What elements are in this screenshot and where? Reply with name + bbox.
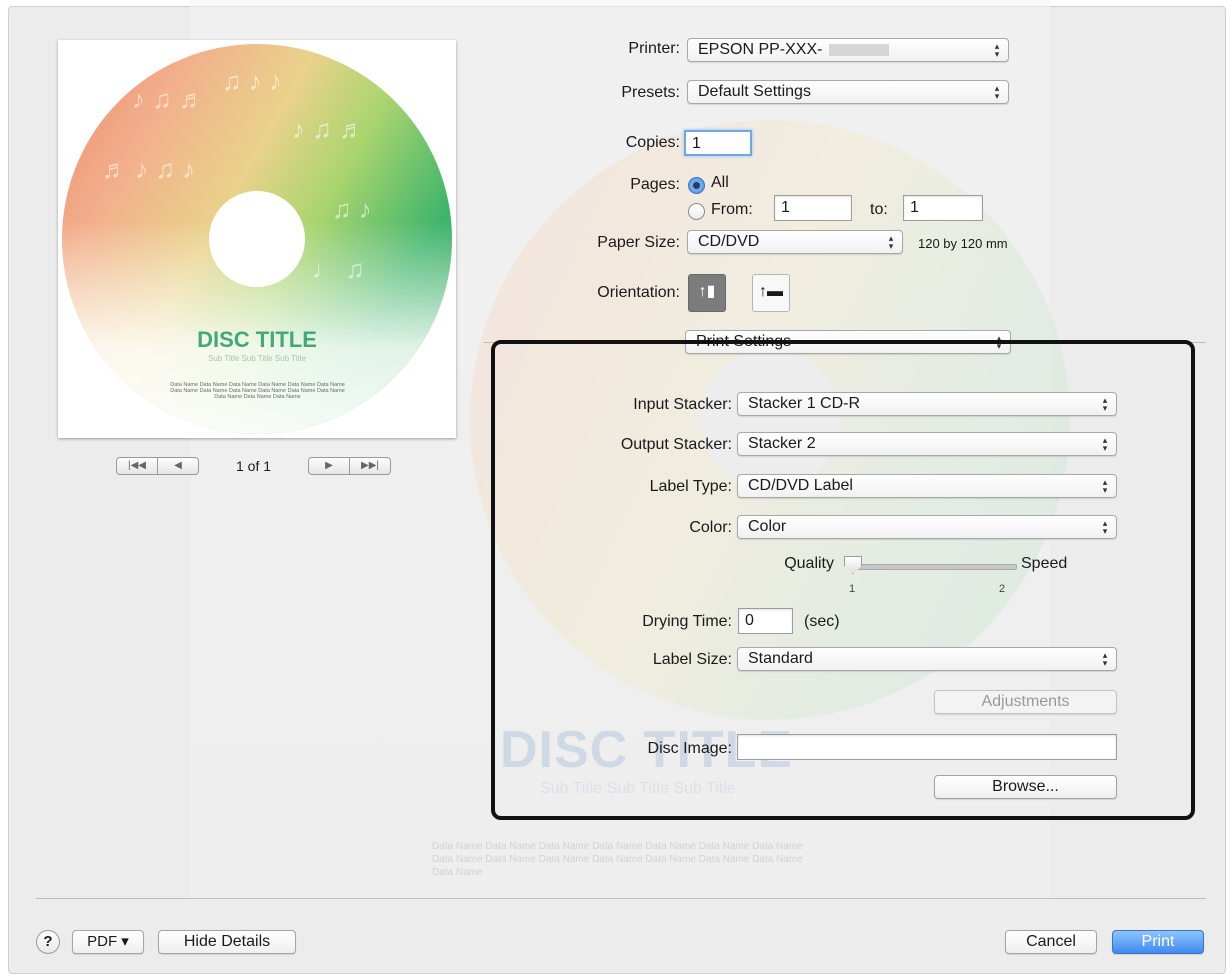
label-size-value: Standard — [748, 650, 813, 667]
pages-all-label: All — [711, 174, 729, 191]
color-label: Color: — [689, 519, 732, 536]
label-type-select[interactable]: CD/DVD Label ▴ ▾ — [737, 474, 1117, 498]
copies-label: Copies: — [625, 134, 680, 151]
print-button[interactable]: Print — [1112, 930, 1204, 954]
help-button[interactable]: ? — [36, 930, 60, 954]
drying-time-label: Drying Time: — [642, 613, 732, 630]
updown-arrows-icon: ▴ ▾ — [994, 83, 1000, 101]
input-stacker-select[interactable]: Stacker 1 CD-R ▴ ▾ — [737, 392, 1117, 416]
disc-title: DISC TITLE — [197, 327, 317, 352]
pages-label: Pages: — [630, 176, 680, 193]
label-size-select[interactable]: Standard ▴ ▾ — [737, 647, 1117, 671]
quality-label: Quality — [784, 555, 834, 572]
disc-data-text: Data Name Data Name Data Name Data Name … — [170, 382, 345, 400]
first-page-button[interactable]: |◀◀ — [116, 457, 158, 475]
paper-size-label: Paper Size: — [597, 234, 680, 251]
output-stacker-select[interactable]: Stacker 2 ▴ ▾ — [737, 432, 1117, 456]
presets-select[interactable]: Default Settings ▴ ▾ — [687, 80, 1009, 104]
disc-subtitle: Sub Title Sub Title Sub Title — [208, 354, 306, 363]
last-page-button[interactable]: ▶▶| — [350, 457, 391, 475]
label-type-value: CD/DVD Label — [748, 477, 853, 494]
preview-forward-controls: ▶ ▶▶| — [308, 457, 391, 475]
color-select[interactable]: Color ▴ ▾ — [737, 515, 1117, 539]
orientation-label: Orientation: — [597, 284, 680, 301]
from-page-input[interactable]: 1 — [774, 195, 852, 221]
printer-label: Printer: — [628, 40, 680, 57]
paper-size-select[interactable]: CD/DVD ▴ ▾ — [687, 230, 903, 254]
output-stacker-value: Stacker 2 — [748, 435, 816, 452]
preview-back-controls: |◀◀ ◀ — [116, 457, 199, 475]
printer-value: EPSON PP-XXX- — [698, 41, 823, 58]
presets-label: Presets: — [621, 84, 680, 101]
adjustments-button[interactable]: Adjustments — [934, 690, 1117, 714]
updown-arrows-icon: ▴ ▾ — [1102, 477, 1108, 495]
disc-image-input[interactable] — [737, 734, 1117, 760]
pages-all-radio[interactable] — [688, 177, 705, 194]
updown-arrows-icon: ▴ ▾ — [1102, 395, 1108, 413]
landscape-orientation-button[interactable]: ↑▬ — [752, 274, 790, 312]
slider-tick-1: 1 — [849, 583, 856, 595]
label-type-label: Label Type: — [649, 478, 732, 495]
paper-size-value: CD/DVD — [698, 233, 760, 250]
disc-image-label: Disc Image: — [647, 740, 732, 757]
quality-speed-slider[interactable] — [855, 564, 1017, 570]
copies-input[interactable]: 1 — [684, 130, 752, 156]
previous-page-button[interactable]: ◀ — [158, 457, 199, 475]
updown-arrows-icon: ▴ ▾ — [1102, 650, 1108, 668]
background-disc-data: Data Name Data Name Data Name Data Name … — [432, 841, 803, 878]
drying-time-unit: (sec) — [804, 613, 840, 630]
pdf-menu-button[interactable]: PDF ▾ — [72, 930, 144, 954]
cancel-button[interactable]: Cancel — [1005, 930, 1097, 954]
print-preview: ♪ ♫ ♬ ♫ ♪ ♪ ♬ ♪ ♫ ♪ ♪ ♫ ♬ ♫ ♪ ♩ ♫ DISC T… — [58, 40, 456, 438]
next-page-button[interactable]: ▶ — [308, 457, 350, 475]
color-value: Color — [748, 518, 787, 535]
label-size-label: Label Size: — [652, 651, 732, 668]
pages-from-radio[interactable] — [688, 203, 705, 220]
paper-size-dimensions: 120 by 120 mm — [918, 236, 1008, 251]
disc-image: ♪ ♫ ♬ ♫ ♪ ♪ ♬ ♪ ♫ ♪ ♪ ♫ ♬ ♫ ♪ ♩ ♫ DISC T… — [62, 44, 452, 434]
portrait-orientation-button[interactable]: ↑▮ — [688, 274, 726, 312]
to-label: to: — [870, 201, 888, 218]
updown-arrows-icon: ▴ ▾ — [994, 41, 1000, 59]
portrait-icon: ↑▮ — [698, 283, 716, 300]
landscape-icon: ↑▬ — [759, 283, 783, 300]
updown-arrows-icon: ▴ ▾ — [1102, 518, 1108, 536]
slider-tick-2: 2 — [999, 583, 1006, 595]
input-stacker-label: Input Stacker: — [633, 396, 732, 413]
to-page-input[interactable]: 1 — [903, 195, 983, 221]
hide-details-button[interactable]: Hide Details — [158, 930, 296, 954]
disc-hole — [209, 191, 305, 287]
drying-time-input[interactable]: 0 — [738, 608, 793, 634]
updown-arrows-icon: ▴ ▾ — [888, 233, 894, 251]
browse-button[interactable]: Browse... — [934, 775, 1117, 799]
printer-select[interactable]: EPSON PP-XXX- ▴ ▾ — [687, 38, 1009, 62]
output-stacker-label: Output Stacker: — [620, 436, 732, 453]
printer-serial-redacted — [828, 43, 889, 56]
pages-from-label: From: — [711, 201, 753, 218]
presets-value: Default Settings — [698, 83, 811, 100]
footer-divider — [36, 898, 1206, 899]
input-stacker-value: Stacker 1 CD-R — [748, 395, 861, 412]
speed-label: Speed — [1021, 555, 1068, 572]
updown-arrows-icon: ▴ ▾ — [1102, 435, 1108, 453]
page-indicator: 1 of 1 — [236, 458, 272, 474]
